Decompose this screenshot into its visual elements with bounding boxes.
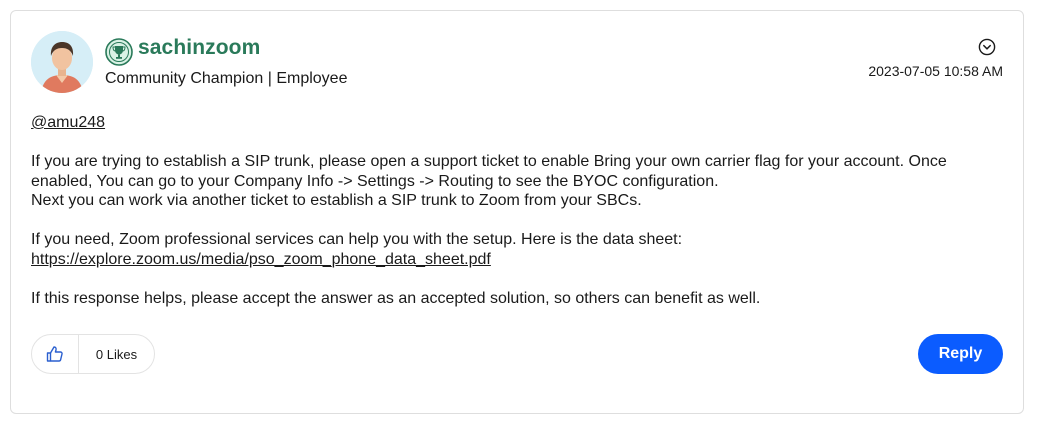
body-line: Next you can work via another ticket to … <box>31 192 642 209</box>
author-name[interactable]: sachinzoom <box>138 36 260 60</box>
post-date: 2023-07-05 10:58 AM <box>868 63 1003 79</box>
thumbs-up-icon[interactable] <box>32 335 79 373</box>
kudos-count: 0 Likes <box>95 346 138 362</box>
kudos-widget: 0 Likes <box>31 334 155 374</box>
reply-button[interactable]: Reply <box>918 334 1003 374</box>
body-line: enabled, You can go to your Company Info… <box>31 172 719 190</box>
message-body: @amu248 If you are trying to establish a… <box>31 113 1001 308</box>
user-avatar-image <box>31 31 93 93</box>
trophy-icon <box>105 38 133 66</box>
data-sheet-link[interactable]: https://explore.zoom.us/media/pso_zoom_p… <box>31 251 491 268</box>
body-line: If you are trying to establish a SIP tru… <box>31 153 947 170</box>
author-rank: Community Champion | Employee <box>105 70 348 87</box>
message-card: sachinzoom Community Champion | Employee… <box>10 10 1024 414</box>
chevron-down-circle-icon[interactable] <box>978 38 996 56</box>
body-line: If this response helps, please accept th… <box>31 289 761 307</box>
user-mention-link[interactable]: @amu248 <box>31 114 105 131</box>
body-line: If you need, Zoom professional services … <box>31 231 683 248</box>
author-avatar[interactable] <box>31 31 93 93</box>
